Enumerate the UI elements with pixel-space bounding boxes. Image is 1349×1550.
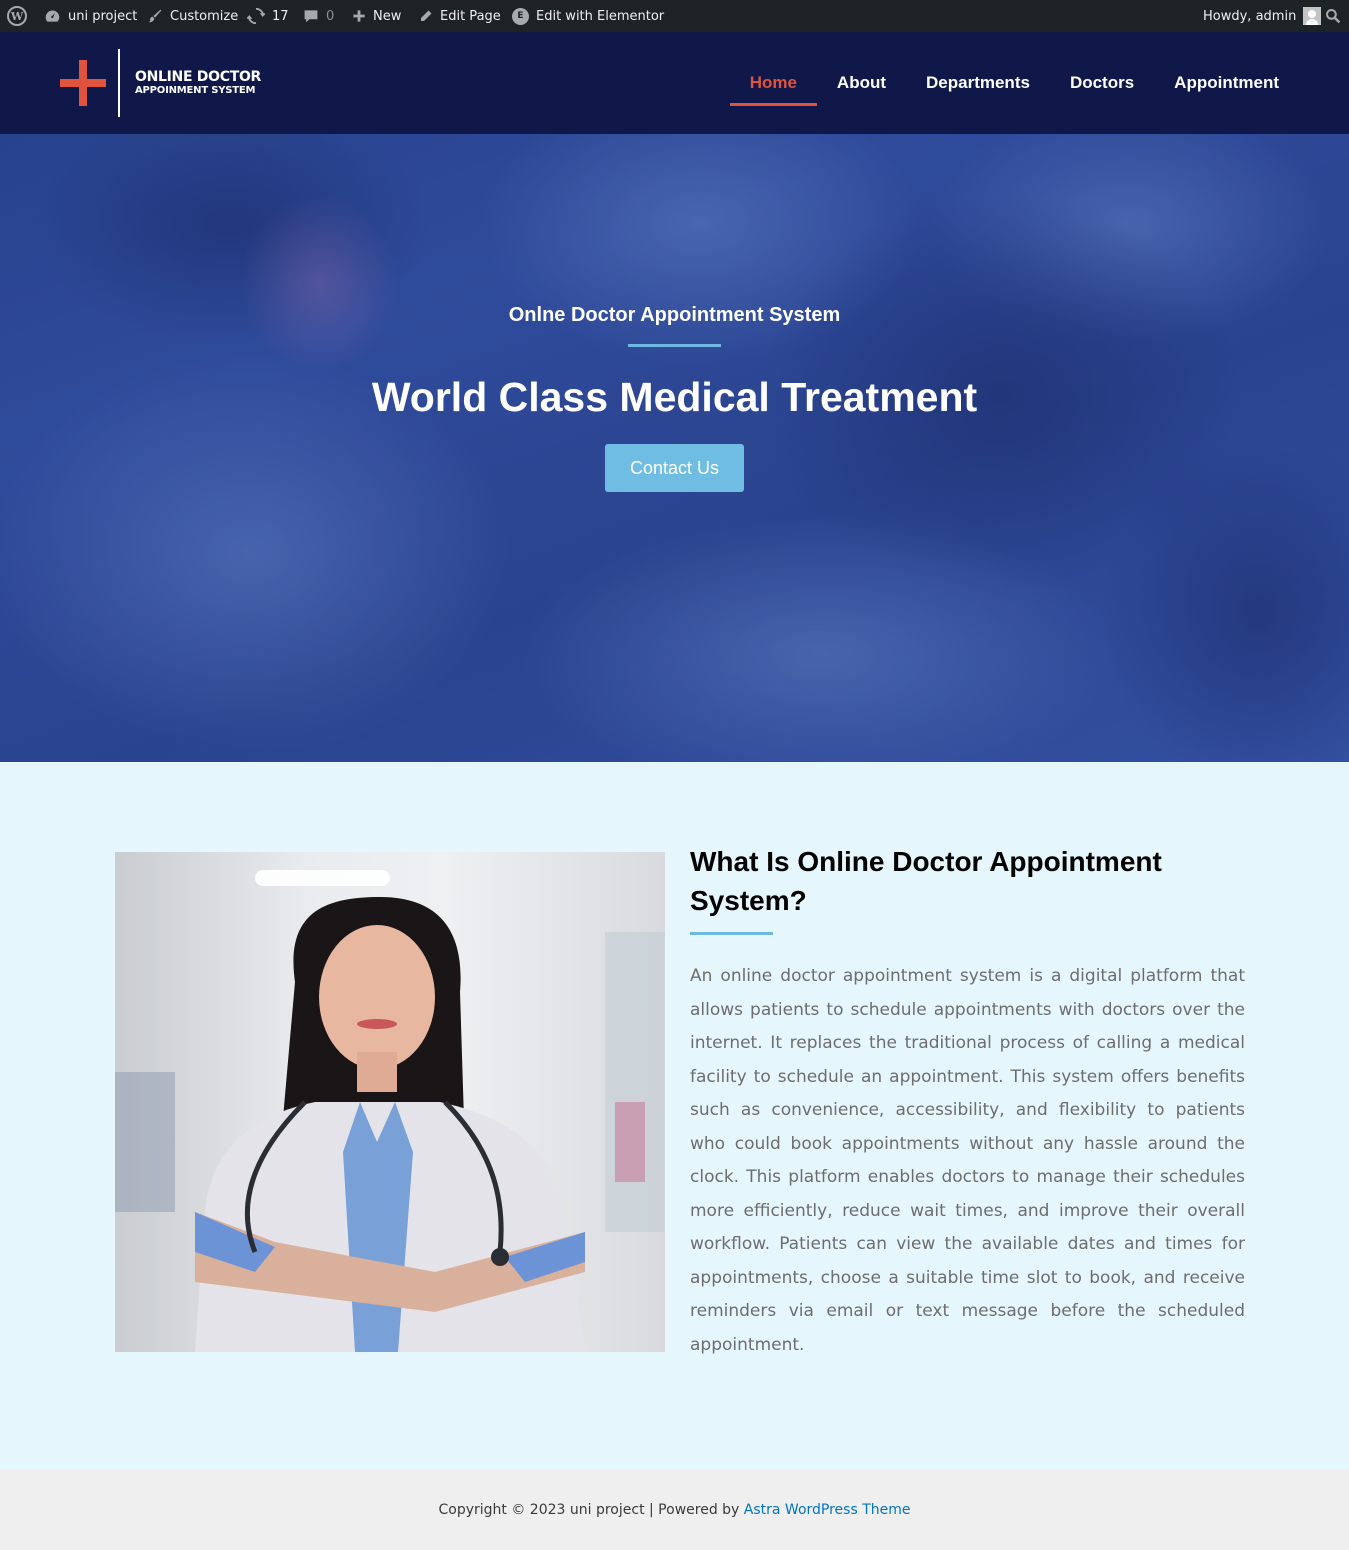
site-footer: Copyright © 2023 uni project | Powered b… [0, 1470, 1349, 1550]
updates-icon [247, 7, 265, 25]
nav-departments[interactable]: Departments [906, 32, 1050, 134]
logo-line-1: ONLINE DOCTOR [135, 68, 262, 85]
comment-icon [304, 10, 318, 23]
astra-theme-link[interactable]: Astra WordPress Theme [744, 1502, 911, 1518]
hero-subtitle: Onlne Doctor Appointment System [508, 304, 841, 326]
about-title: What Is Online Doctor Appointment System… [690, 846, 1162, 916]
site-name-link[interactable]: uni project [44, 0, 137, 32]
logo-text: ONLINE DOCTOR APPOINMENT SYSTEM [135, 69, 261, 98]
comments-count: 0 [326, 8, 335, 24]
edit-with-elementor-link[interactable]: E Edit with Elementor [512, 0, 664, 32]
greeting: Howdy, admin [1203, 8, 1297, 24]
admin-bar: W uni project Customize 17 0 New Edit Pa… [0, 0, 1349, 32]
plus-icon [353, 10, 365, 22]
wordpress-menu[interactable]: W [7, 0, 27, 32]
wordpress-icon: W [7, 6, 27, 26]
dashboard-icon [45, 10, 60, 22]
hero-section: Onlne Doctor Appointment System World Cl… [0, 134, 1349, 762]
customize-label: Customize [170, 8, 239, 24]
avatar [1303, 7, 1322, 25]
account-menu[interactable]: Howdy, admin [1203, 0, 1322, 32]
new-label: New [373, 8, 402, 24]
new-content-link[interactable]: New [352, 0, 401, 32]
nav-appointment[interactable]: Appointment [1154, 32, 1299, 134]
footer-copyright: Copyright © 2023 uni project | Powered b… [438, 1502, 744, 1518]
customize-link[interactable]: Customize [147, 0, 238, 32]
nav-home[interactable]: Home [729, 32, 818, 134]
search-icon [1326, 9, 1341, 24]
about-text: An online doctor appointment system is a… [690, 966, 1245, 1355]
pencil-icon [420, 10, 432, 22]
doctor-illustration [115, 870, 665, 1352]
edit-with-elementor-label: Edit with Elementor [536, 8, 665, 24]
admin-search[interactable] [1325, 0, 1341, 32]
hero-title: World Class Medical Treatment [371, 374, 978, 420]
hero-divider [628, 344, 721, 347]
contact-us-button[interactable]: Contact Us [605, 444, 744, 492]
updates-count: 17 [272, 8, 289, 24]
logo-line-2: APPOINMENT SYSTEM [135, 85, 256, 97]
edit-page-label: Edit Page [440, 8, 501, 24]
about-section: What Is Online Doctor Appointment System… [0, 762, 1349, 1470]
elementor-icon: E [512, 7, 529, 25]
nav-doctors[interactable]: Doctors [1050, 32, 1154, 134]
edit-page-link[interactable]: Edit Page [418, 0, 501, 32]
primary-nav: Home About Departments Doctors Appointme… [729, 32, 1299, 134]
comments-link[interactable]: 0 [303, 0, 334, 32]
doctor-photo [115, 852, 665, 1352]
logo-divider [118, 49, 120, 117]
site-name: uni project [68, 8, 138, 24]
updates-link[interactable]: 17 [247, 0, 289, 32]
medical-cross-icon [60, 60, 106, 106]
brush-icon [148, 9, 162, 23]
site-logo[interactable]: ONLINE DOCTOR APPOINMENT SYSTEM [60, 49, 261, 117]
about-divider [690, 932, 773, 935]
nav-about[interactable]: About [817, 32, 906, 134]
